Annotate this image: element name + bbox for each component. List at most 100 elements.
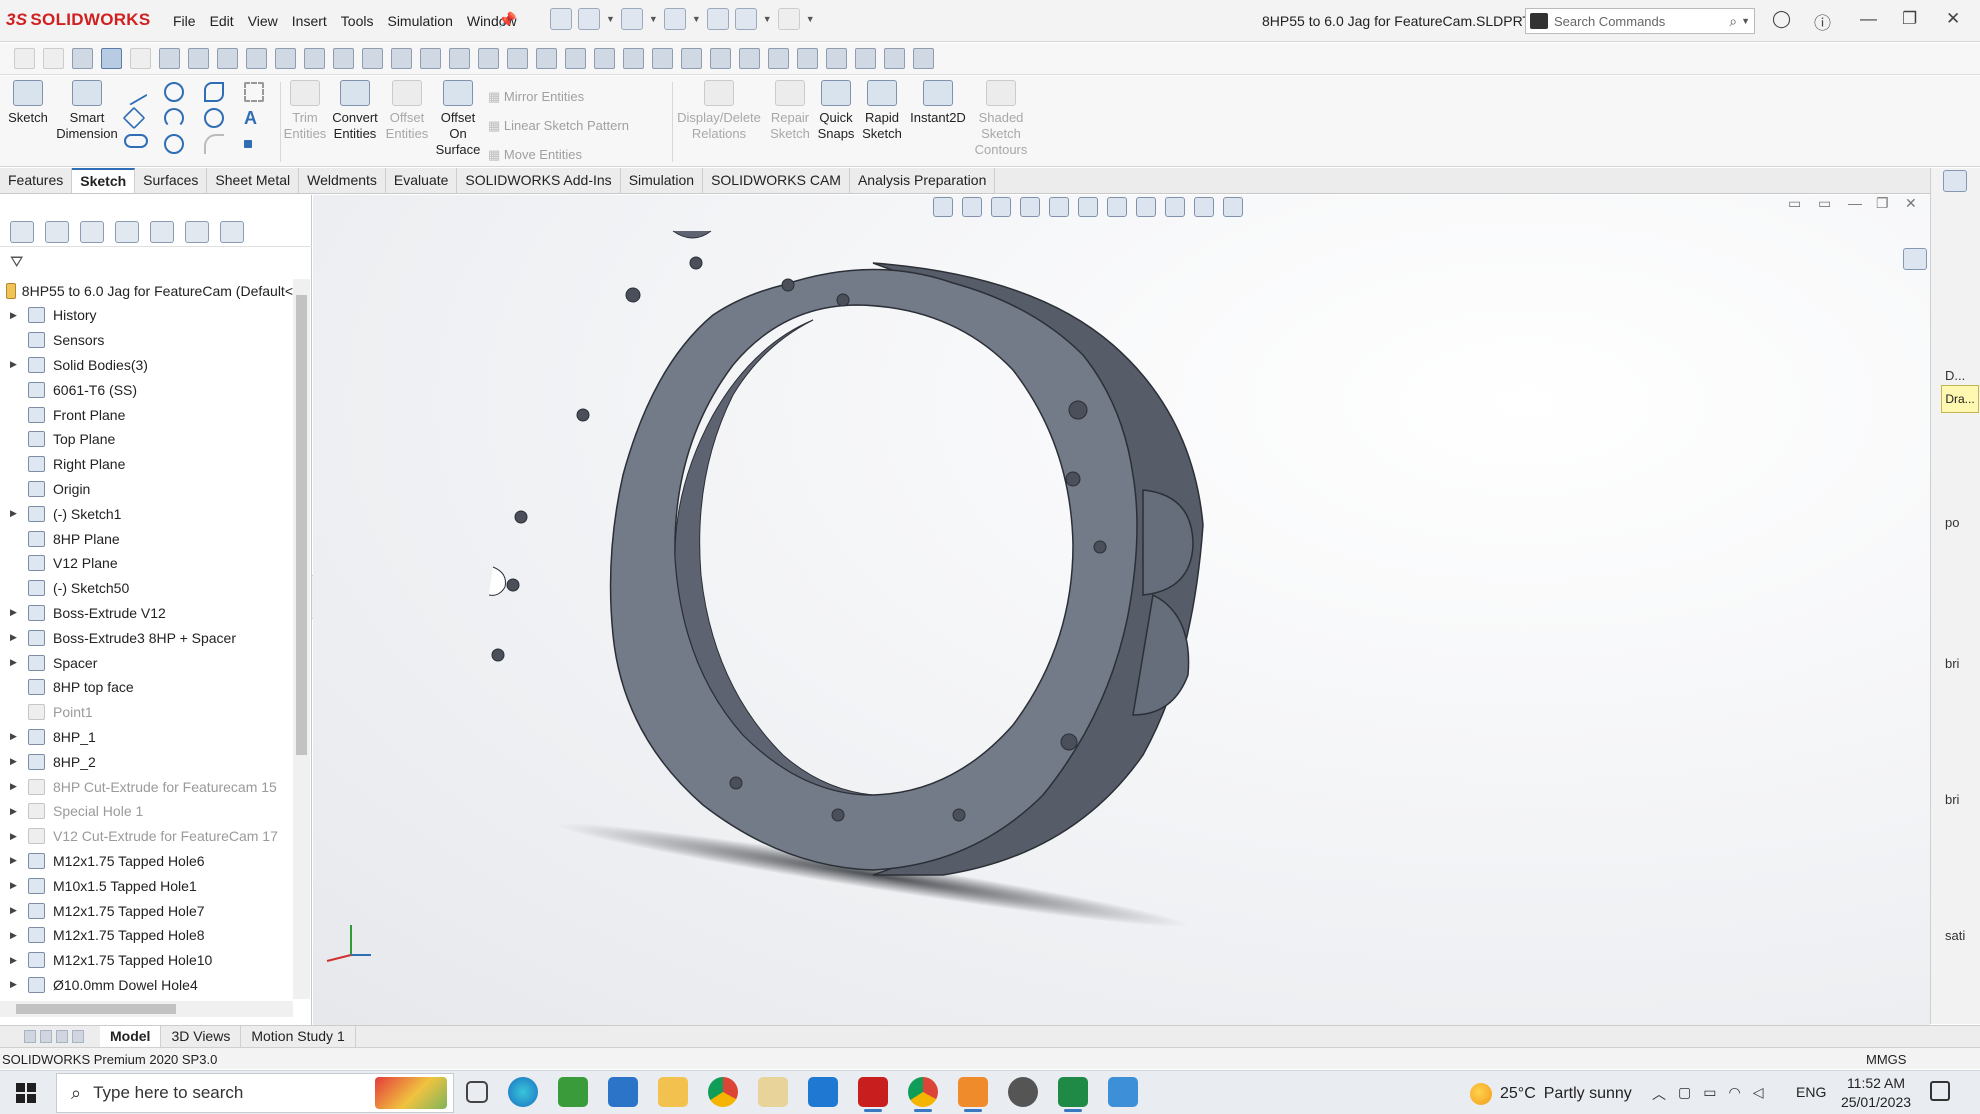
offset-on-surface-button[interactable]: Offset On Surface xyxy=(432,80,484,158)
tree-item[interactable]: Sensors xyxy=(0,328,293,353)
search-commands[interactable]: Search Commands ⌕ ▼ xyxy=(1525,8,1755,34)
tab-addins[interactable]: SOLIDWORKS Add-Ins xyxy=(457,168,621,193)
tree-item[interactable]: (-) Sketch50 xyxy=(0,576,293,601)
store-icon[interactable] xyxy=(608,1077,638,1107)
filter-cosmetic-thread-icon[interactable] xyxy=(681,48,702,69)
tree-item[interactable]: Origin xyxy=(0,477,293,502)
expand-arrow-icon[interactable]: ▶ xyxy=(0,806,17,817)
tree-vertical-scrollbar[interactable] xyxy=(293,279,310,999)
tree-item[interactable]: ▶ M10x1.5 Tapped Hole1 xyxy=(0,873,293,898)
featurecam-icon[interactable] xyxy=(958,1077,988,1112)
spreadsheet-icon[interactable] xyxy=(1058,1077,1088,1112)
line-icon[interactable] xyxy=(120,78,148,106)
sketch-button[interactable]: Sketch xyxy=(6,80,50,126)
minimize-icon[interactable]: — xyxy=(1860,9,1877,29)
filter-icon[interactable] xyxy=(14,48,35,69)
tree-item[interactable]: ▶ History xyxy=(0,303,293,328)
settings-icon[interactable] xyxy=(1943,170,1967,192)
next-tab-icon[interactable] xyxy=(56,1030,68,1043)
rectangle-icon[interactable] xyxy=(122,106,146,130)
filter-faces-icon[interactable] xyxy=(217,48,238,69)
expand-arrow-icon[interactable]: ▶ xyxy=(0,310,17,321)
circle-icon[interactable] xyxy=(164,82,184,102)
save-icon[interactable] xyxy=(663,8,686,30)
tree-item[interactable]: ▶ Boss-Extrude3 8HP + Spacer xyxy=(0,625,293,650)
linear-sketch-pattern-button[interactable]: Linear Sketch Pattern xyxy=(488,111,629,140)
tree-item[interactable]: ▶ (-) Sketch1 xyxy=(0,501,293,526)
search-highlight-image[interactable] xyxy=(375,1077,447,1109)
configuration-manager-icon[interactable] xyxy=(80,220,104,243)
filter-geometric-tolerance-icon[interactable] xyxy=(536,48,557,69)
tab-model[interactable]: Model xyxy=(100,1026,162,1047)
new-document-icon[interactable] xyxy=(578,8,600,30)
expand-arrow-icon[interactable]: ▶ xyxy=(0,632,17,643)
hexagon-icon[interactable] xyxy=(164,134,184,154)
trim-entities-button[interactable]: Trim Entities xyxy=(282,80,328,142)
filter-routing-points-icon[interactable] xyxy=(797,48,818,69)
tree-item[interactable]: ▶ Spacer xyxy=(0,650,293,675)
tree-item[interactable]: ▶ M12x1.75 Tapped Hole7 xyxy=(0,898,293,923)
tab-sketch[interactable]: Sketch xyxy=(72,168,136,193)
taskbar-clock[interactable]: 11:52 AM 25/01/2023 xyxy=(1836,1074,1916,1112)
filter-edges-icon[interactable] xyxy=(188,48,209,69)
expand-arrow-icon[interactable]: ▶ xyxy=(0,831,17,842)
tree-item[interactable]: ▶ M12x1.75 Tapped Hole6 xyxy=(0,849,293,874)
part-model[interactable] xyxy=(313,195,1930,1025)
tree-item[interactable]: ▶ Special Hole 1 xyxy=(0,799,293,824)
chrome-profile-icon[interactable] xyxy=(908,1077,938,1112)
mirror-entities-button[interactable]: Mirror Entities xyxy=(488,82,629,111)
expand-arrow-icon[interactable]: ▶ xyxy=(0,756,17,767)
rapid-sketch-button[interactable]: Rapid Sketch xyxy=(860,80,904,142)
tree-item[interactable]: 8HP top face xyxy=(0,675,293,700)
sketch-grid-icon[interactable] xyxy=(244,82,264,102)
filter-sketch-segments-icon[interactable] xyxy=(391,48,412,69)
chrome-icon[interactable] xyxy=(708,1077,738,1107)
restore-icon[interactable]: ❐ xyxy=(1902,9,1917,29)
tree-item[interactable]: ▶ 8HP_1 xyxy=(0,725,293,750)
tab-features[interactable]: Features xyxy=(0,168,73,193)
text-icon[interactable]: A xyxy=(244,108,264,128)
expand-arrow-icon[interactable]: ▶ xyxy=(0,781,17,792)
tree-item[interactable]: Right Plane xyxy=(0,452,293,477)
chevron-down-icon[interactable]: ▼ xyxy=(649,14,658,30)
user-icon[interactable]: ◯ xyxy=(1772,9,1791,29)
tree-item[interactable]: Front Plane xyxy=(0,402,293,427)
search-icon[interactable]: ⌕ xyxy=(1729,13,1737,30)
expand-arrow-icon[interactable]: ▶ xyxy=(0,979,17,990)
filter-surface-icon[interactable] xyxy=(246,48,267,69)
move-entities-button[interactable]: Move Entities xyxy=(488,140,629,169)
tree-item[interactable]: V12 Plane xyxy=(0,551,293,576)
close-icon[interactable]: ✕ xyxy=(1946,9,1960,29)
shaded-sketch-contours-button[interactable]: Shaded Sketch Contours xyxy=(972,80,1030,158)
offset-entities-button[interactable]: Offset Entities xyxy=(382,80,432,142)
menu-tools[interactable]: Tools xyxy=(334,13,381,29)
menu-simulation[interactable]: Simulation xyxy=(380,13,459,29)
windows-start-icon[interactable] xyxy=(16,1083,36,1103)
tree-item[interactable]: 8HP Plane xyxy=(0,526,293,551)
cam-operation-tree-icon[interactable] xyxy=(220,220,244,243)
solidworks-logo[interactable]: 3S SOLIDWORKS xyxy=(6,10,151,30)
expand-arrow-icon[interactable]: ▶ xyxy=(0,607,17,618)
edge-icon[interactable] xyxy=(508,1077,538,1107)
filter-mesh-icon[interactable] xyxy=(826,48,847,69)
spline-icon[interactable] xyxy=(204,82,224,102)
tree-item[interactable]: ▶ M12x1.75 Tapped Hole8 xyxy=(0,923,293,948)
weather-widget[interactable]: 25°C Partly sunny xyxy=(1470,1083,1632,1105)
filter-planes-icon[interactable] xyxy=(333,48,354,69)
tab-3d-views[interactable]: 3D Views xyxy=(161,1026,242,1047)
filter-notes-icon[interactable] xyxy=(565,48,586,69)
remote-desktop-icon[interactable] xyxy=(808,1077,838,1107)
arc-icon[interactable] xyxy=(164,108,184,128)
point-icon[interactable] xyxy=(244,140,252,148)
expand-arrow-icon[interactable]: ▶ xyxy=(0,359,17,370)
filter-graphics-icon[interactable] xyxy=(855,48,876,69)
volume-icon[interactable]: ◁ xyxy=(1753,1084,1764,1104)
fillet-icon[interactable] xyxy=(204,134,224,154)
filter-surface-finish-icon[interactable] xyxy=(507,48,528,69)
tab-cam[interactable]: SOLIDWORKS CAM xyxy=(703,168,850,193)
filter-connection-points-icon[interactable] xyxy=(768,48,789,69)
undo-icon[interactable] xyxy=(777,8,800,30)
filter-icon[interactable] xyxy=(43,48,64,69)
tree-root-part[interactable]: 8HP55 to 6.0 Jag for FeatureCam (Default… xyxy=(0,279,293,303)
chevron-down-icon[interactable]: ▼ xyxy=(692,14,701,30)
